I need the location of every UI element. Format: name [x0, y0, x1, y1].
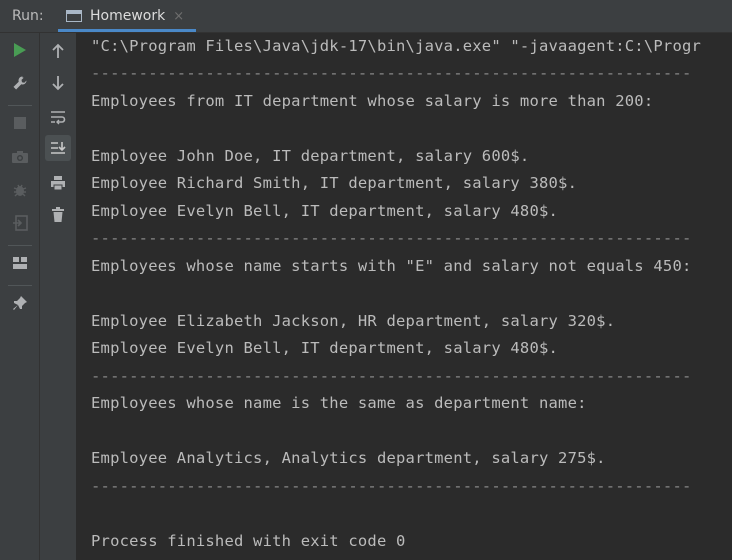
separator: [8, 105, 32, 106]
console-window-icon: [66, 10, 82, 22]
run-tool-window-header: Run: Homework ×: [0, 0, 732, 33]
console-line-separator: ----------------------------------------…: [91, 229, 692, 247]
console-toolbar: [40, 33, 77, 560]
console-line-command: "C:\Program Files\Java\jdk-17\bin\java.e…: [91, 37, 702, 55]
trash-icon[interactable]: [45, 202, 71, 228]
console-line-heading: Employees whose name starts with "E" and…: [91, 257, 692, 275]
arrow-down-icon[interactable]: [45, 70, 71, 96]
console-line: Employee John Doe, IT department, salary…: [91, 147, 530, 165]
layout-icon[interactable]: [7, 250, 33, 276]
camera-icon[interactable]: [7, 144, 33, 170]
console-line-separator: ----------------------------------------…: [91, 477, 692, 495]
run-icon[interactable]: [7, 37, 33, 63]
scroll-to-end-icon[interactable]: [45, 135, 71, 161]
tab-homework[interactable]: Homework ×: [58, 0, 196, 32]
console-line-exit: Process finished with exit code 0: [91, 532, 406, 550]
exit-icon[interactable]: [7, 210, 33, 236]
console-line: Employee Evelyn Bell, IT department, sal…: [91, 339, 559, 357]
separator: [8, 245, 32, 246]
arrow-up-icon[interactable]: [45, 38, 71, 64]
stop-icon[interactable]: [7, 110, 33, 136]
run-toolbar: [0, 33, 40, 560]
pin-icon[interactable]: [7, 290, 33, 316]
debug-icon[interactable]: [7, 177, 33, 203]
console-line: Employee Analytics, Analytics department…: [91, 449, 606, 467]
console-line-heading: Employees from IT department whose salar…: [91, 92, 654, 110]
console-line: Employee Elizabeth Jackson, HR departmen…: [91, 312, 616, 330]
console-line-heading: Employees whose name is the same as depa…: [91, 394, 587, 412]
close-icon[interactable]: ×: [173, 9, 184, 24]
tab-label: Homework: [90, 8, 166, 24]
active-tab-indicator: [58, 29, 196, 32]
separator: [8, 285, 32, 286]
wrench-icon[interactable]: [7, 70, 33, 96]
run-label: Run:: [12, 8, 44, 24]
console-line-separator: ----------------------------------------…: [91, 64, 692, 82]
soft-wrap-icon[interactable]: [45, 104, 71, 130]
print-icon[interactable]: [45, 170, 71, 196]
console-line: Employee Evelyn Bell, IT department, sal…: [91, 202, 559, 220]
console-line: Employee Richard Smith, IT department, s…: [91, 174, 578, 192]
console-line-separator: ----------------------------------------…: [91, 367, 692, 385]
console-output[interactable]: "C:\Program Files\Java\jdk-17\bin\java.e…: [78, 33, 732, 560]
